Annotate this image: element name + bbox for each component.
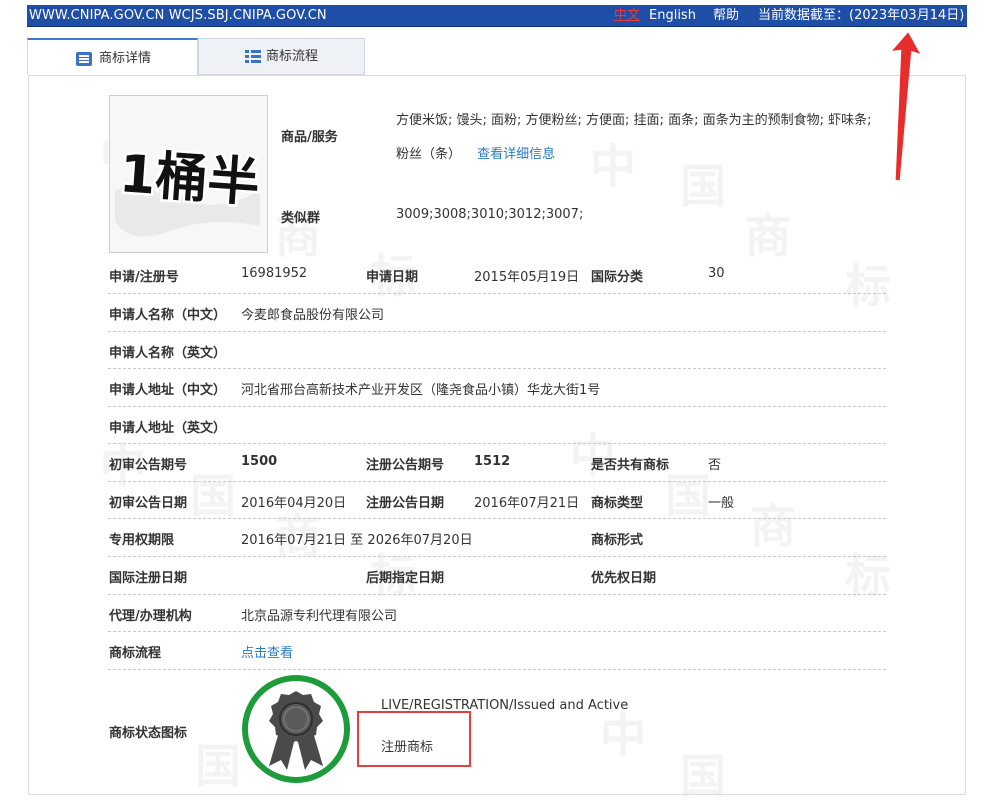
registration-seal-icon [241, 674, 351, 784]
tab-label: 商标详情 [99, 51, 152, 66]
shared-value: 否 [708, 458, 722, 473]
intl-reg-date-label: 国际注册日期 [109, 571, 188, 586]
agent-value: 北京品源专利代理有限公司 [241, 609, 398, 624]
reg-date-label: 注册公告日期 [366, 496, 445, 511]
status-icon-label: 商标状态图标 [109, 726, 188, 741]
top-bar: WWW.CNIPA.GOV.CN WCJS.SBJ.CNIPA.GOV.CN 中… [27, 5, 967, 27]
address-cn-label: 申请人地址（中文） [109, 383, 227, 398]
tm-form-label: 商标形式 [591, 533, 644, 548]
row-divider [108, 518, 886, 519]
tab-trademark-flow[interactable]: 商标流程 [198, 38, 365, 75]
watermark-glyph: 国 [680, 749, 726, 803]
lang-chinese-link[interactable]: 中文 [614, 5, 640, 27]
watermark-glyph: 标 [845, 259, 891, 313]
row-divider [108, 331, 886, 332]
applicant-cn-label: 申请人名称（中文） [109, 308, 227, 323]
row-divider [108, 406, 886, 407]
row-divider [108, 669, 886, 670]
data-date: 当前数据截至：(2023年03月14日) [758, 8, 965, 23]
prelim-date-label: 初审公告日期 [109, 496, 188, 511]
lang-english-link[interactable]: English [649, 5, 696, 27]
help-link[interactable]: 帮助 [713, 5, 739, 27]
watermark-glyph: 国 [665, 469, 711, 523]
row-divider [108, 443, 886, 444]
term-value: 2016年07月21日 至 2026年07月20日 [241, 533, 473, 548]
goods-services: 方便米饭; 馒头; 面粉; 方便粉丝; 方便面; 挂面; 面条; 面条为主的预制… [396, 104, 884, 172]
reg-no-value: 16981952 [241, 266, 308, 281]
applicant-cn-value: 今麦郎食品股份有限公司 [241, 308, 385, 323]
intl-class-value: 30 [708, 266, 725, 281]
agent-label: 代理/办理机构 [109, 609, 192, 624]
app-date-value: 2015年05月19日 [474, 270, 580, 285]
watermark-glyph: 国 [195, 739, 241, 793]
prelim-issue-value: 1500 [241, 454, 278, 469]
shared-label: 是否共有商标 [591, 458, 670, 473]
reg-date-value: 2016年07月21日 [474, 496, 580, 511]
view-flow-link[interactable]: 点击查看 [241, 642, 293, 661]
row-divider [108, 481, 886, 482]
watermark-glyph: 商 [750, 499, 796, 553]
address-cn-value: 河北省邢台高新技术产业开发区（隆尧食品小镇）华龙大街1号 [241, 383, 601, 398]
reg-issue-value: 1512 [474, 454, 511, 469]
goods-value: 方便米饭; 馒头; 面粉; 方便粉丝; 方便面; 挂面; 面条; 面条为主的预制… [396, 113, 872, 162]
address-en-label: 申请人地址（英文） [109, 421, 227, 436]
flow-label: 商标流程 [109, 646, 162, 661]
later-date-label: 后期指定日期 [366, 571, 445, 586]
tm-type-value: 一般 [708, 496, 735, 511]
row-divider [108, 556, 886, 557]
prelim-date-value: 2016年04月20日 [241, 496, 347, 511]
tm-type-label: 商标类型 [591, 496, 644, 511]
row-divider [108, 631, 886, 632]
annotation-arrow-icon [892, 32, 920, 181]
prelim-issue-label: 初审公告期号 [109, 458, 188, 473]
watermark-glyph: 中 [570, 429, 616, 483]
view-details-link[interactable]: 查看详细信息 [477, 147, 555, 162]
trademark-logo-text: 1桶半 [117, 144, 261, 214]
watermark-glyph: 标 [845, 549, 891, 603]
applicant-en-label: 申请人名称（英文） [109, 346, 227, 361]
trademark-image: 1桶半 [109, 95, 268, 253]
similar-group-label: 类似群 [281, 211, 321, 226]
row-divider [108, 594, 886, 595]
highlight-box [357, 711, 471, 767]
tab-label: 商标流程 [266, 49, 319, 64]
tab-trademark-detail[interactable]: 商标详情 [27, 38, 198, 75]
list-icon [76, 52, 92, 66]
app-date-label: 申请日期 [366, 270, 419, 285]
site-domains: WWW.CNIPA.GOV.CN WCJS.SBJ.CNIPA.GOV.CN [29, 8, 327, 23]
intl-class-label: 国际分类 [591, 270, 644, 285]
trademark-logo: 1桶半 [110, 96, 267, 252]
grid-list-icon [245, 50, 261, 64]
goods-label: 商品/服务 [281, 130, 338, 145]
reg-no-label: 申请/注册号 [109, 270, 179, 285]
reg-issue-label: 注册公告期号 [366, 458, 445, 473]
row-divider [108, 293, 886, 294]
priority-date-label: 优先权日期 [591, 571, 657, 586]
watermark-glyph: 商 [745, 209, 791, 263]
term-label: 专用权期限 [109, 533, 175, 548]
row-divider [108, 368, 886, 369]
watermark-glyph: 国 [190, 469, 236, 523]
similar-group-value: 3009;3008;3010;3012;3007; [396, 207, 584, 222]
